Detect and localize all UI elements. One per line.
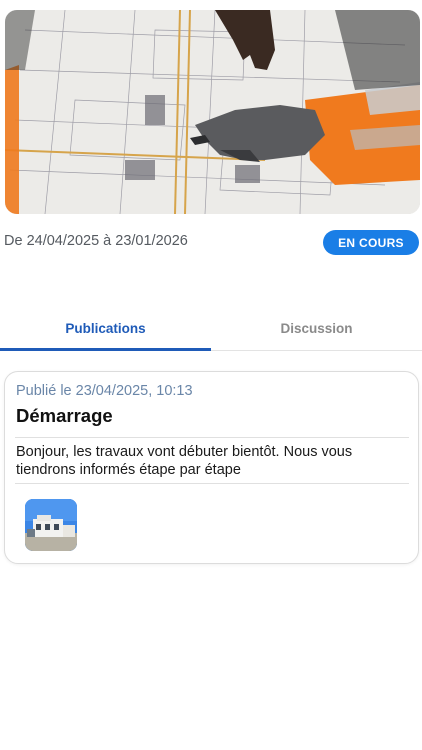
divider (15, 437, 409, 438)
project-date-range: De 24/04/2025 à 23/01/2026 (4, 233, 188, 249)
divider (15, 483, 409, 484)
active-tab-indicator (0, 348, 211, 351)
tab-bar: Publications Discussion (0, 306, 422, 351)
status-badge: EN COURS (323, 230, 419, 255)
publication-card[interactable]: Publié le 23/04/2025, 10:13 Démarrage Bo… (4, 371, 419, 564)
publication-title: Démarrage (16, 405, 113, 426)
attachment-thumbnail[interactable] (25, 499, 77, 551)
project-cover-image (5, 10, 420, 214)
publication-date: Publié le 23/04/2025, 10:13 (16, 383, 193, 399)
tab-publications[interactable]: Publications (0, 306, 211, 351)
tab-discussion[interactable]: Discussion (211, 306, 422, 351)
publication-body: Bonjour, les travaux vont débuter bientô… (16, 444, 353, 478)
